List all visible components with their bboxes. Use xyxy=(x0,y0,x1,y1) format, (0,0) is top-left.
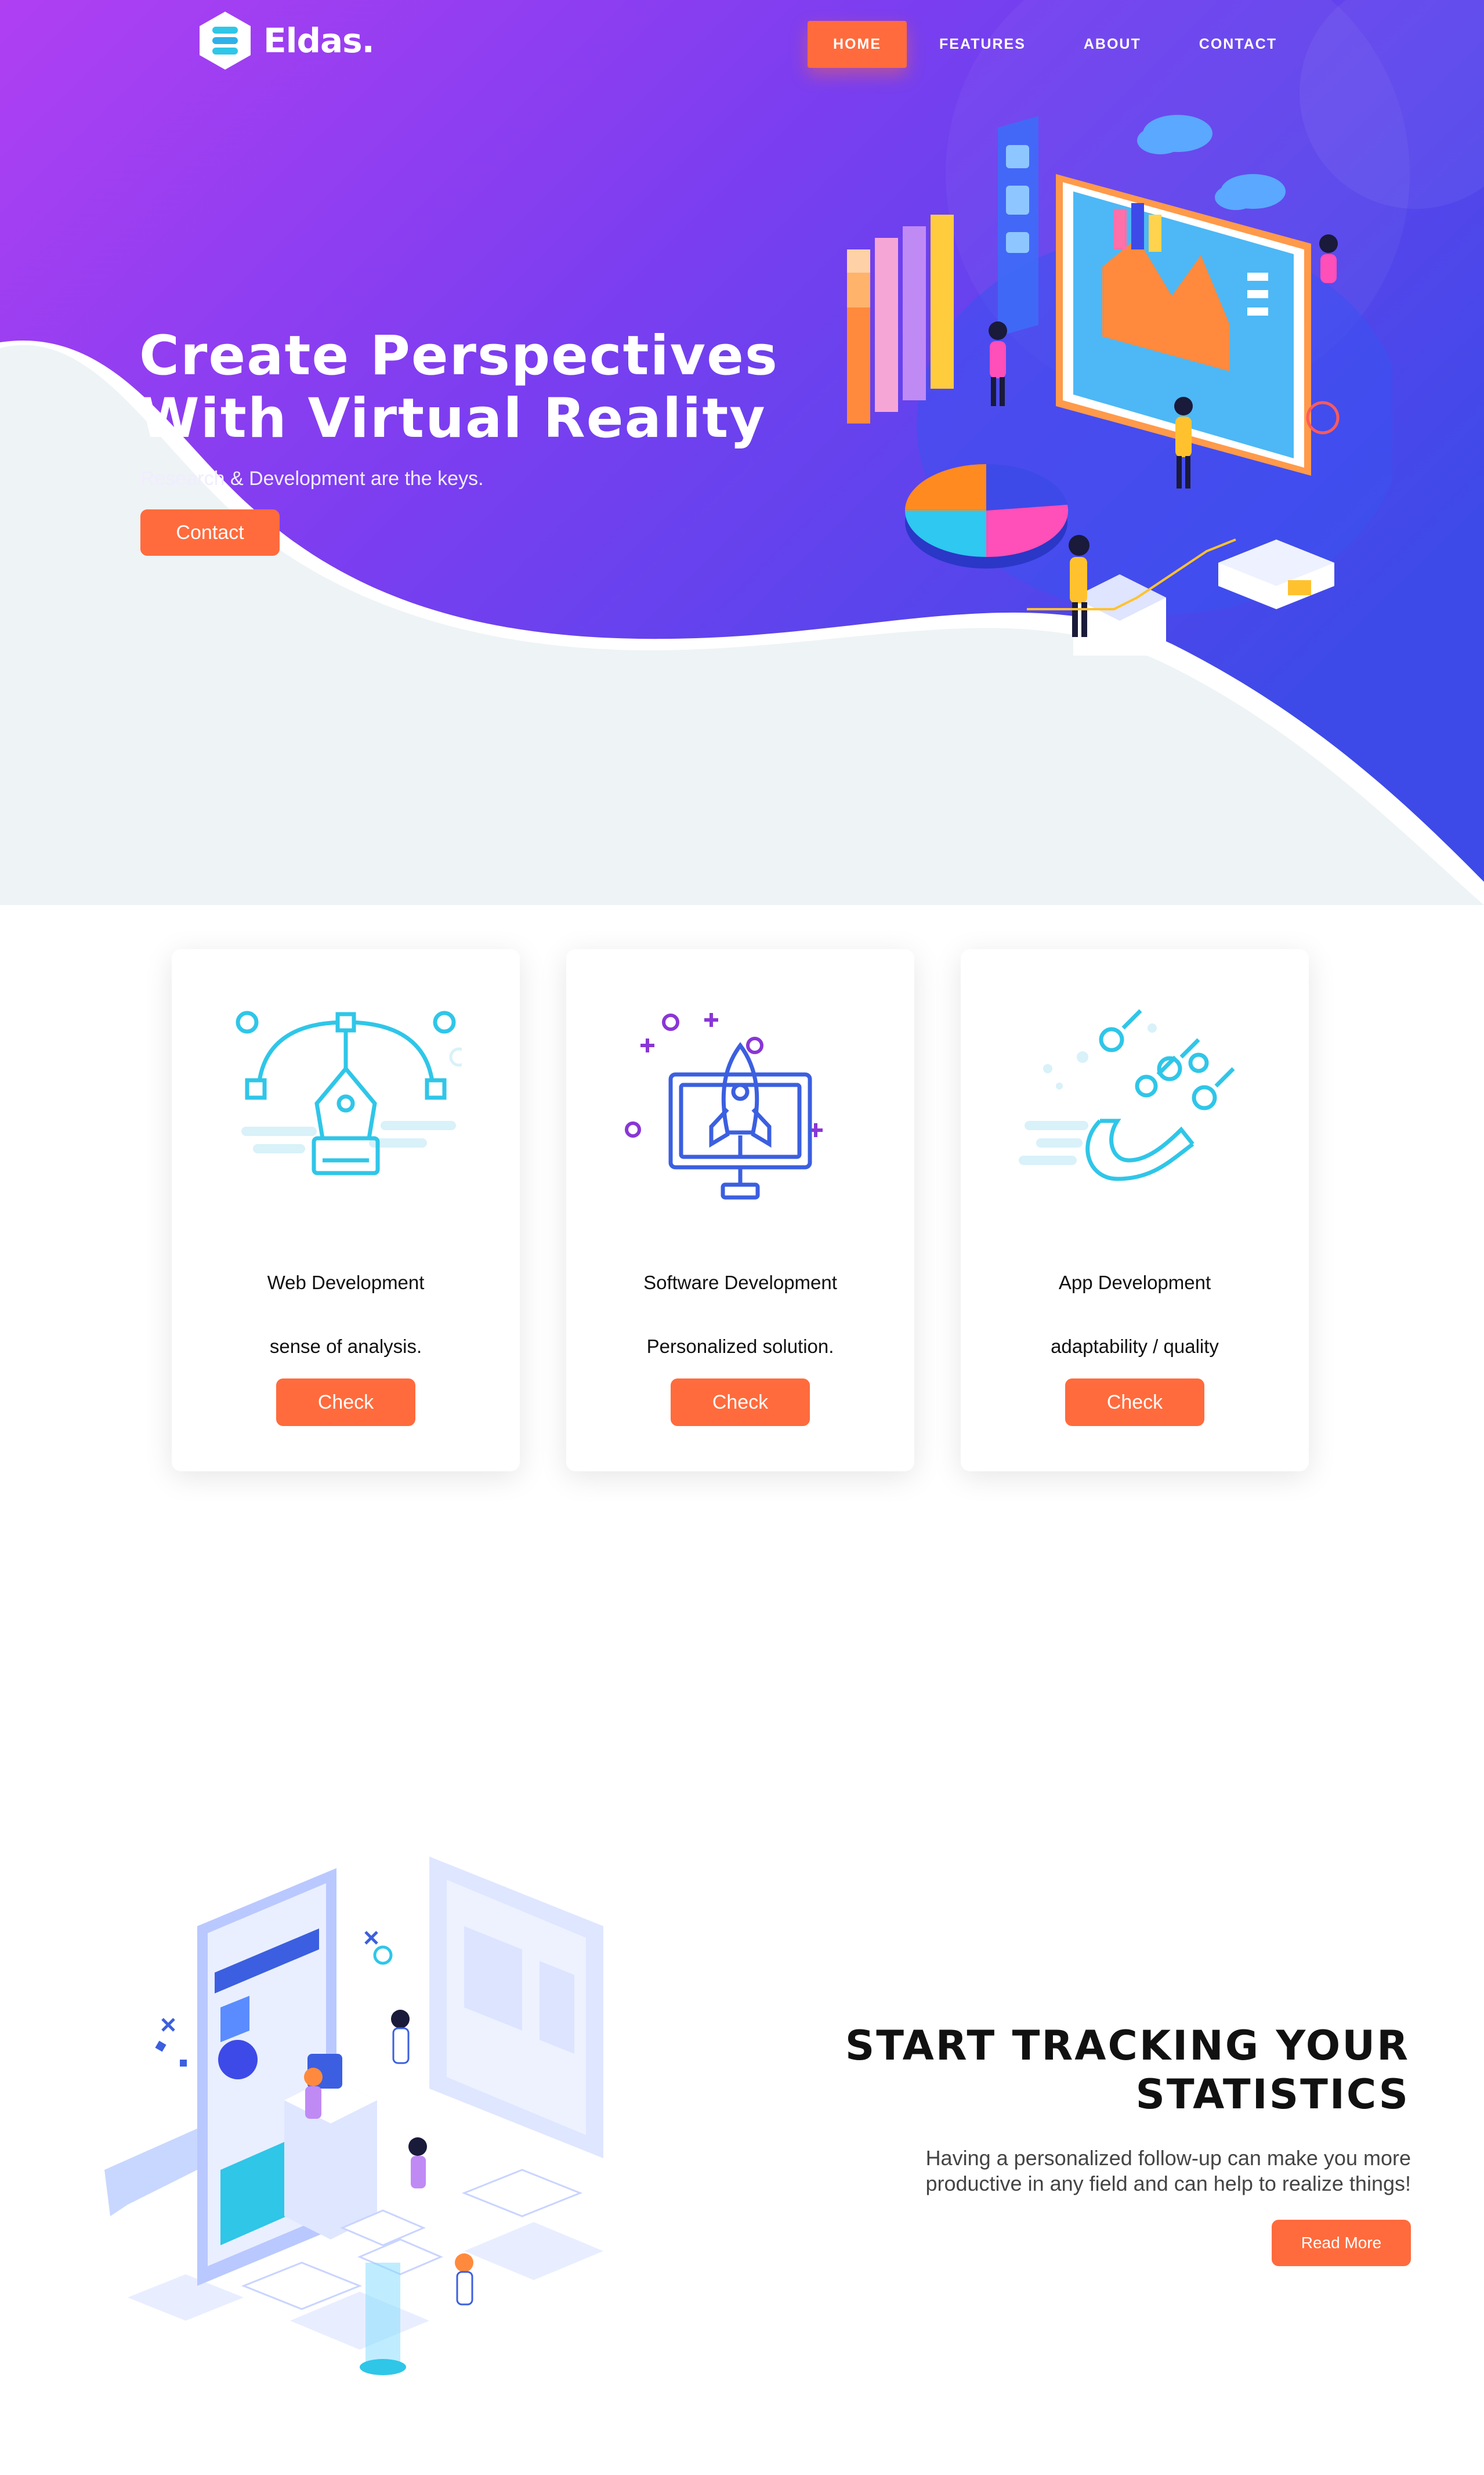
stack-layers-icon xyxy=(200,12,251,70)
nav-contact[interactable]: CONTACT xyxy=(1174,21,1302,68)
isometric-dashboard-illustration xyxy=(847,115,1392,656)
check-button[interactable]: Check xyxy=(276,1378,415,1426)
hero-subtitle: Research & Development are the keys. xyxy=(140,468,484,490)
service-title: App Development xyxy=(1058,1272,1211,1293)
brand-name: Eldas. xyxy=(263,21,375,60)
isometric-mobile-app-illustration xyxy=(104,1857,603,2375)
brand-logo[interactable]: Eldas. xyxy=(197,10,375,71)
pen-tool-icon xyxy=(236,1011,462,1175)
check-button[interactable]: Check xyxy=(671,1378,810,1426)
stats-text-line1: Having a personalized follow-up can make… xyxy=(925,2146,1411,2170)
service-text: sense of analysis. xyxy=(269,1336,422,1357)
stats-title-line2: STATISTICS xyxy=(1135,2071,1410,2118)
service-text: Personalized solution. xyxy=(646,1336,834,1357)
nav-home[interactable]: HOME xyxy=(808,21,907,68)
service-title: Web Development xyxy=(267,1272,425,1293)
hero-section: Eldas. HOME FEATURES ABOUT CONTACT Creat… xyxy=(0,0,1484,905)
service-card-software: Software Development Personalized soluti… xyxy=(566,949,914,1471)
services-section: Web Development sense of analysis. Check xyxy=(172,949,1309,1471)
magnet-icon xyxy=(1019,1009,1235,1181)
service-card-web: Web Development sense of analysis. Check xyxy=(172,949,520,1471)
main-nav: HOME FEATURES ABOUT CONTACT xyxy=(808,21,1302,68)
service-card-app: App Development adaptability / quality C… xyxy=(961,949,1309,1471)
service-title: Software Development xyxy=(643,1272,837,1293)
stats-text-line2: productive in any field and can help to … xyxy=(925,2172,1411,2195)
stats-title-line1: START TRACKING YOUR xyxy=(845,2022,1410,2069)
stats-title: START TRACKING YOUR STATISTICS xyxy=(801,2021,1410,2119)
nav-features[interactable]: FEATURES xyxy=(914,21,1051,68)
read-more-button[interactable]: Read More xyxy=(1272,2220,1411,2266)
check-button[interactable]: Check xyxy=(1065,1378,1204,1426)
hero-title-line2: With Virtual Reality xyxy=(139,387,766,450)
contact-button[interactable]: Contact xyxy=(140,509,280,556)
service-text: adaptability / quality xyxy=(1051,1336,1219,1357)
stats-description: Having a personalized follow-up can make… xyxy=(801,2145,1411,2197)
hero-title: Create Perspectives With Virtual Reality xyxy=(139,325,835,450)
hero-title-line1: Create Perspectives xyxy=(139,324,779,388)
rocket-monitor-icon xyxy=(625,1013,823,1200)
nav-about[interactable]: ABOUT xyxy=(1058,21,1167,68)
